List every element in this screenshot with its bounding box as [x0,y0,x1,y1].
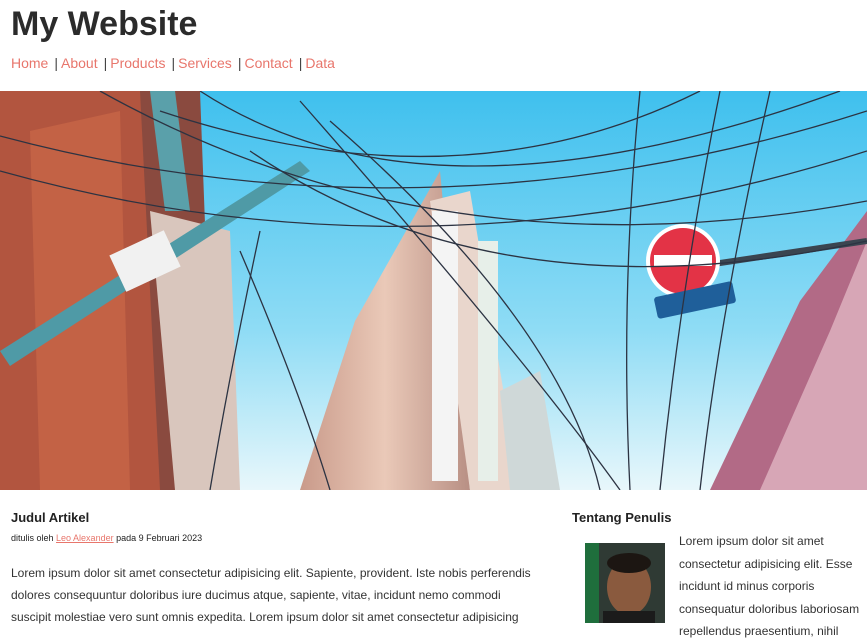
nav-products[interactable]: Products [110,55,165,71]
nav-contact[interactable]: Contact [244,55,292,71]
sidebar: Tentang Penulis Lorem ipsum dolor sit am… [572,510,862,638]
meta-suffix: pada 9 Februari 2023 [113,533,203,543]
article: Judul Artikel ditulis oleh Leo Alexander… [11,510,541,628]
nav-separator: | [237,55,242,71]
site-title: My Website [11,5,198,43]
nav-home[interactable]: Home [11,55,48,71]
nav-data[interactable]: Data [305,55,335,71]
article-meta: ditulis oleh Leo Alexander pada 9 Februa… [11,533,541,543]
article-body: Lorem ipsum dolor sit amet consectetur a… [11,566,531,624]
sidebar-title: Tentang Penulis [572,510,672,525]
author-bio: Lorem ipsum dolor sit amet consectetur a… [679,534,860,638]
main-nav: Home | About | Products | Services | Contact | Dat… [11,55,335,71]
nav-about[interactable]: About [61,55,98,71]
article-title: Judul Artikel [11,510,90,525]
author-avatar [585,543,665,623]
nav-separator: | [298,55,303,71]
author-link[interactable]: Leo Alexander [56,533,114,543]
nav-services[interactable]: Services [178,55,232,71]
meta-prefix: ditulis oleh [11,533,57,543]
nav-separator: | [103,55,108,71]
nav-separator: | [171,55,176,71]
nav-separator: | [54,55,58,71]
hero-image [0,91,867,490]
